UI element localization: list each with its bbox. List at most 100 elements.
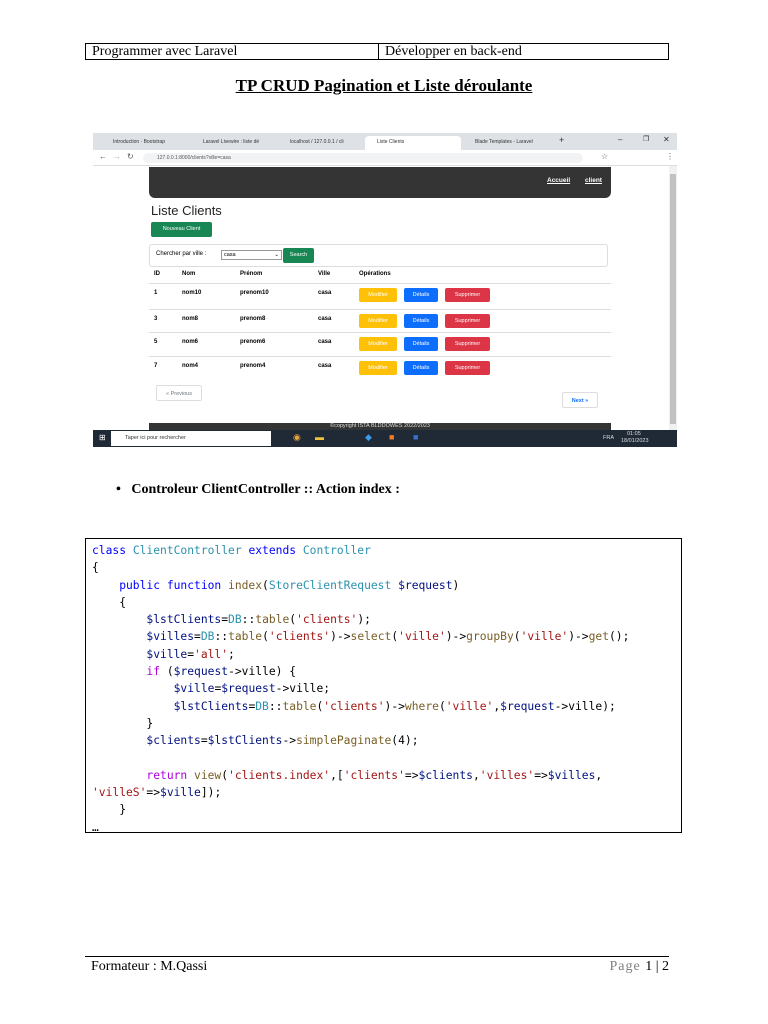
code-token: StoreClientRequest xyxy=(268,578,399,592)
edit-button[interactable]: Modifier xyxy=(359,288,397,302)
code-token: DB xyxy=(200,630,215,644)
delete-button[interactable]: Supprimer xyxy=(445,288,490,302)
previous-button[interactable]: « Previous xyxy=(156,385,202,401)
explorer-icon[interactable]: ▬ xyxy=(315,432,324,442)
code-token: ( xyxy=(262,630,269,644)
restore-icon[interactable]: ❐ xyxy=(643,135,649,143)
col-prenom: Prénom xyxy=(240,271,263,277)
code-token: index xyxy=(228,578,263,592)
code-token: 'clients' xyxy=(343,768,405,782)
tab-phpmyadmin[interactable]: localhost / 127.0.0.1 / cli xyxy=(278,136,363,150)
cell-prenom: prenom8 xyxy=(240,316,266,322)
xampp-icon[interactable]: ■ xyxy=(389,432,394,442)
search-form: Chercher par ville : casa ⌄ Search xyxy=(149,244,608,267)
details-button[interactable]: Détails xyxy=(404,361,438,375)
tab-strip: Introduction · Bootstrap Laravel Livewir… xyxy=(93,133,677,150)
nav-client-link[interactable]: client xyxy=(585,177,602,184)
details-button[interactable]: Détails xyxy=(404,337,438,351)
code-line: { xyxy=(92,594,675,611)
forward-icon[interactable]: → xyxy=(113,152,121,161)
language-indicator[interactable]: FRA xyxy=(603,435,614,441)
delete-button[interactable]: Supprimer xyxy=(445,314,490,328)
word-icon[interactable]: ■ xyxy=(413,432,418,442)
star-icon[interactable]: ☆ xyxy=(601,152,608,161)
vscode-icon[interactable]: ◆ xyxy=(365,432,372,443)
code-token: $clients xyxy=(418,768,473,782)
cell-nom: nom6 xyxy=(182,339,199,345)
nav-accueil-link[interactable]: Accueil xyxy=(547,177,570,184)
cell-id: 3 xyxy=(154,316,158,322)
bullet-icon: • xyxy=(116,482,132,497)
back-icon[interactable]: ← xyxy=(99,152,107,161)
code-token: , xyxy=(472,768,480,782)
app-footer: ©copyright ISTA BLDDOWES 2022/2023 xyxy=(149,423,611,430)
code-line: $ville='all'; xyxy=(92,646,675,663)
url-input[interactable]: 127.0.0.1:8000/clients?ville=casa xyxy=(143,153,583,163)
code-token: $clients xyxy=(92,734,201,748)
search-button[interactable]: Search xyxy=(283,248,314,263)
code-token: ( xyxy=(438,699,446,713)
edit-button[interactable]: Modifier xyxy=(359,361,397,375)
new-client-button[interactable]: Nouveau Client xyxy=(151,222,212,237)
tab-livewire[interactable]: Laravel Livewire : liste dé xyxy=(191,136,276,150)
close-icon[interactable]: ✕ xyxy=(663,135,670,144)
header-left: Programmer avec Laravel xyxy=(86,44,379,59)
windows-start-icon[interactable]: ⊞ xyxy=(99,433,106,442)
code-token: ; xyxy=(228,647,235,661)
tab-blade[interactable]: Blade Templates - Laravel xyxy=(463,136,548,150)
details-button[interactable]: Détails xyxy=(404,288,438,302)
code-token: :: xyxy=(214,630,229,644)
code-line: $lstClients=DB::table('clients')->where(… xyxy=(92,698,675,715)
code-token: … xyxy=(92,820,99,834)
code-token: ) xyxy=(452,578,460,592)
scrollbar[interactable] xyxy=(669,166,677,430)
code-block: class ClientController extends Controlle… xyxy=(85,538,682,836)
code-token: $villes xyxy=(547,768,596,782)
code-token: :: xyxy=(268,699,283,713)
table-row: 7 nom4 prenom4 casa Modifier Détails Supprim… xyxy=(149,356,611,379)
edit-button[interactable]: Modifier xyxy=(359,314,397,328)
code-token: 'all' xyxy=(194,647,229,661)
code-line: } xyxy=(92,715,675,732)
taskbar-search-input[interactable]: Taper ici pour rechercher xyxy=(111,431,271,446)
cell-prenom: prenom4 xyxy=(240,363,266,369)
code-token: => xyxy=(534,768,548,782)
code-token: table xyxy=(228,630,263,644)
code-line: … xyxy=(92,819,675,836)
cell-id: 1 xyxy=(154,290,158,296)
tab-liste-clients[interactable]: Liste Clients xyxy=(365,136,461,150)
code-token: table xyxy=(282,699,317,713)
cell-nom: nom4 xyxy=(182,363,199,369)
chrome-icon[interactable]: ◉ xyxy=(293,432,301,443)
code-token: $lstClients xyxy=(92,699,249,713)
code-token: select xyxy=(350,630,392,644)
tab-bootstrap[interactable]: Introduction · Bootstrap xyxy=(101,136,191,150)
code-line: 'villeS'=>$ville]); xyxy=(92,784,675,801)
cell-prenom: prenom10 xyxy=(240,290,269,296)
code-token: ->ville; xyxy=(275,682,331,696)
delete-button[interactable]: Supprimer xyxy=(445,337,490,351)
code-token: )-> xyxy=(568,630,589,644)
page-label: Page xyxy=(609,959,646,974)
next-button[interactable]: Next » xyxy=(562,392,598,408)
menu-icon[interactable]: ⋮ xyxy=(666,152,674,161)
code-token: 'clients' xyxy=(296,613,358,627)
details-button[interactable]: Détails xyxy=(404,314,438,328)
minimize-icon[interactable]: – xyxy=(618,135,622,144)
code-token: view xyxy=(194,768,222,782)
cell-ville: casa xyxy=(318,290,332,296)
edit-button[interactable]: Modifier xyxy=(359,337,397,351)
code-token: $lstClients xyxy=(207,734,283,748)
code-token: $request xyxy=(173,665,229,679)
reload-icon[interactable]: ↻ xyxy=(127,152,134,161)
code-token: 'clients' xyxy=(323,699,385,713)
code-line: public function index(StoreClientRequest… xyxy=(92,577,675,594)
code-token: DB xyxy=(255,699,269,713)
delete-button[interactable]: Supprimer xyxy=(445,361,490,375)
ville-select[interactable]: casa ⌄ xyxy=(221,250,282,260)
code-token: 'villeS' xyxy=(92,786,147,800)
new-tab-icon[interactable]: + xyxy=(559,135,564,145)
code-line: class ClientController extends Controlle… xyxy=(92,542,675,559)
address-bar-row: ← → ↻ 127.0.0.1:8000/clients?ville=casa … xyxy=(93,150,677,166)
code-token: { xyxy=(92,561,99,575)
